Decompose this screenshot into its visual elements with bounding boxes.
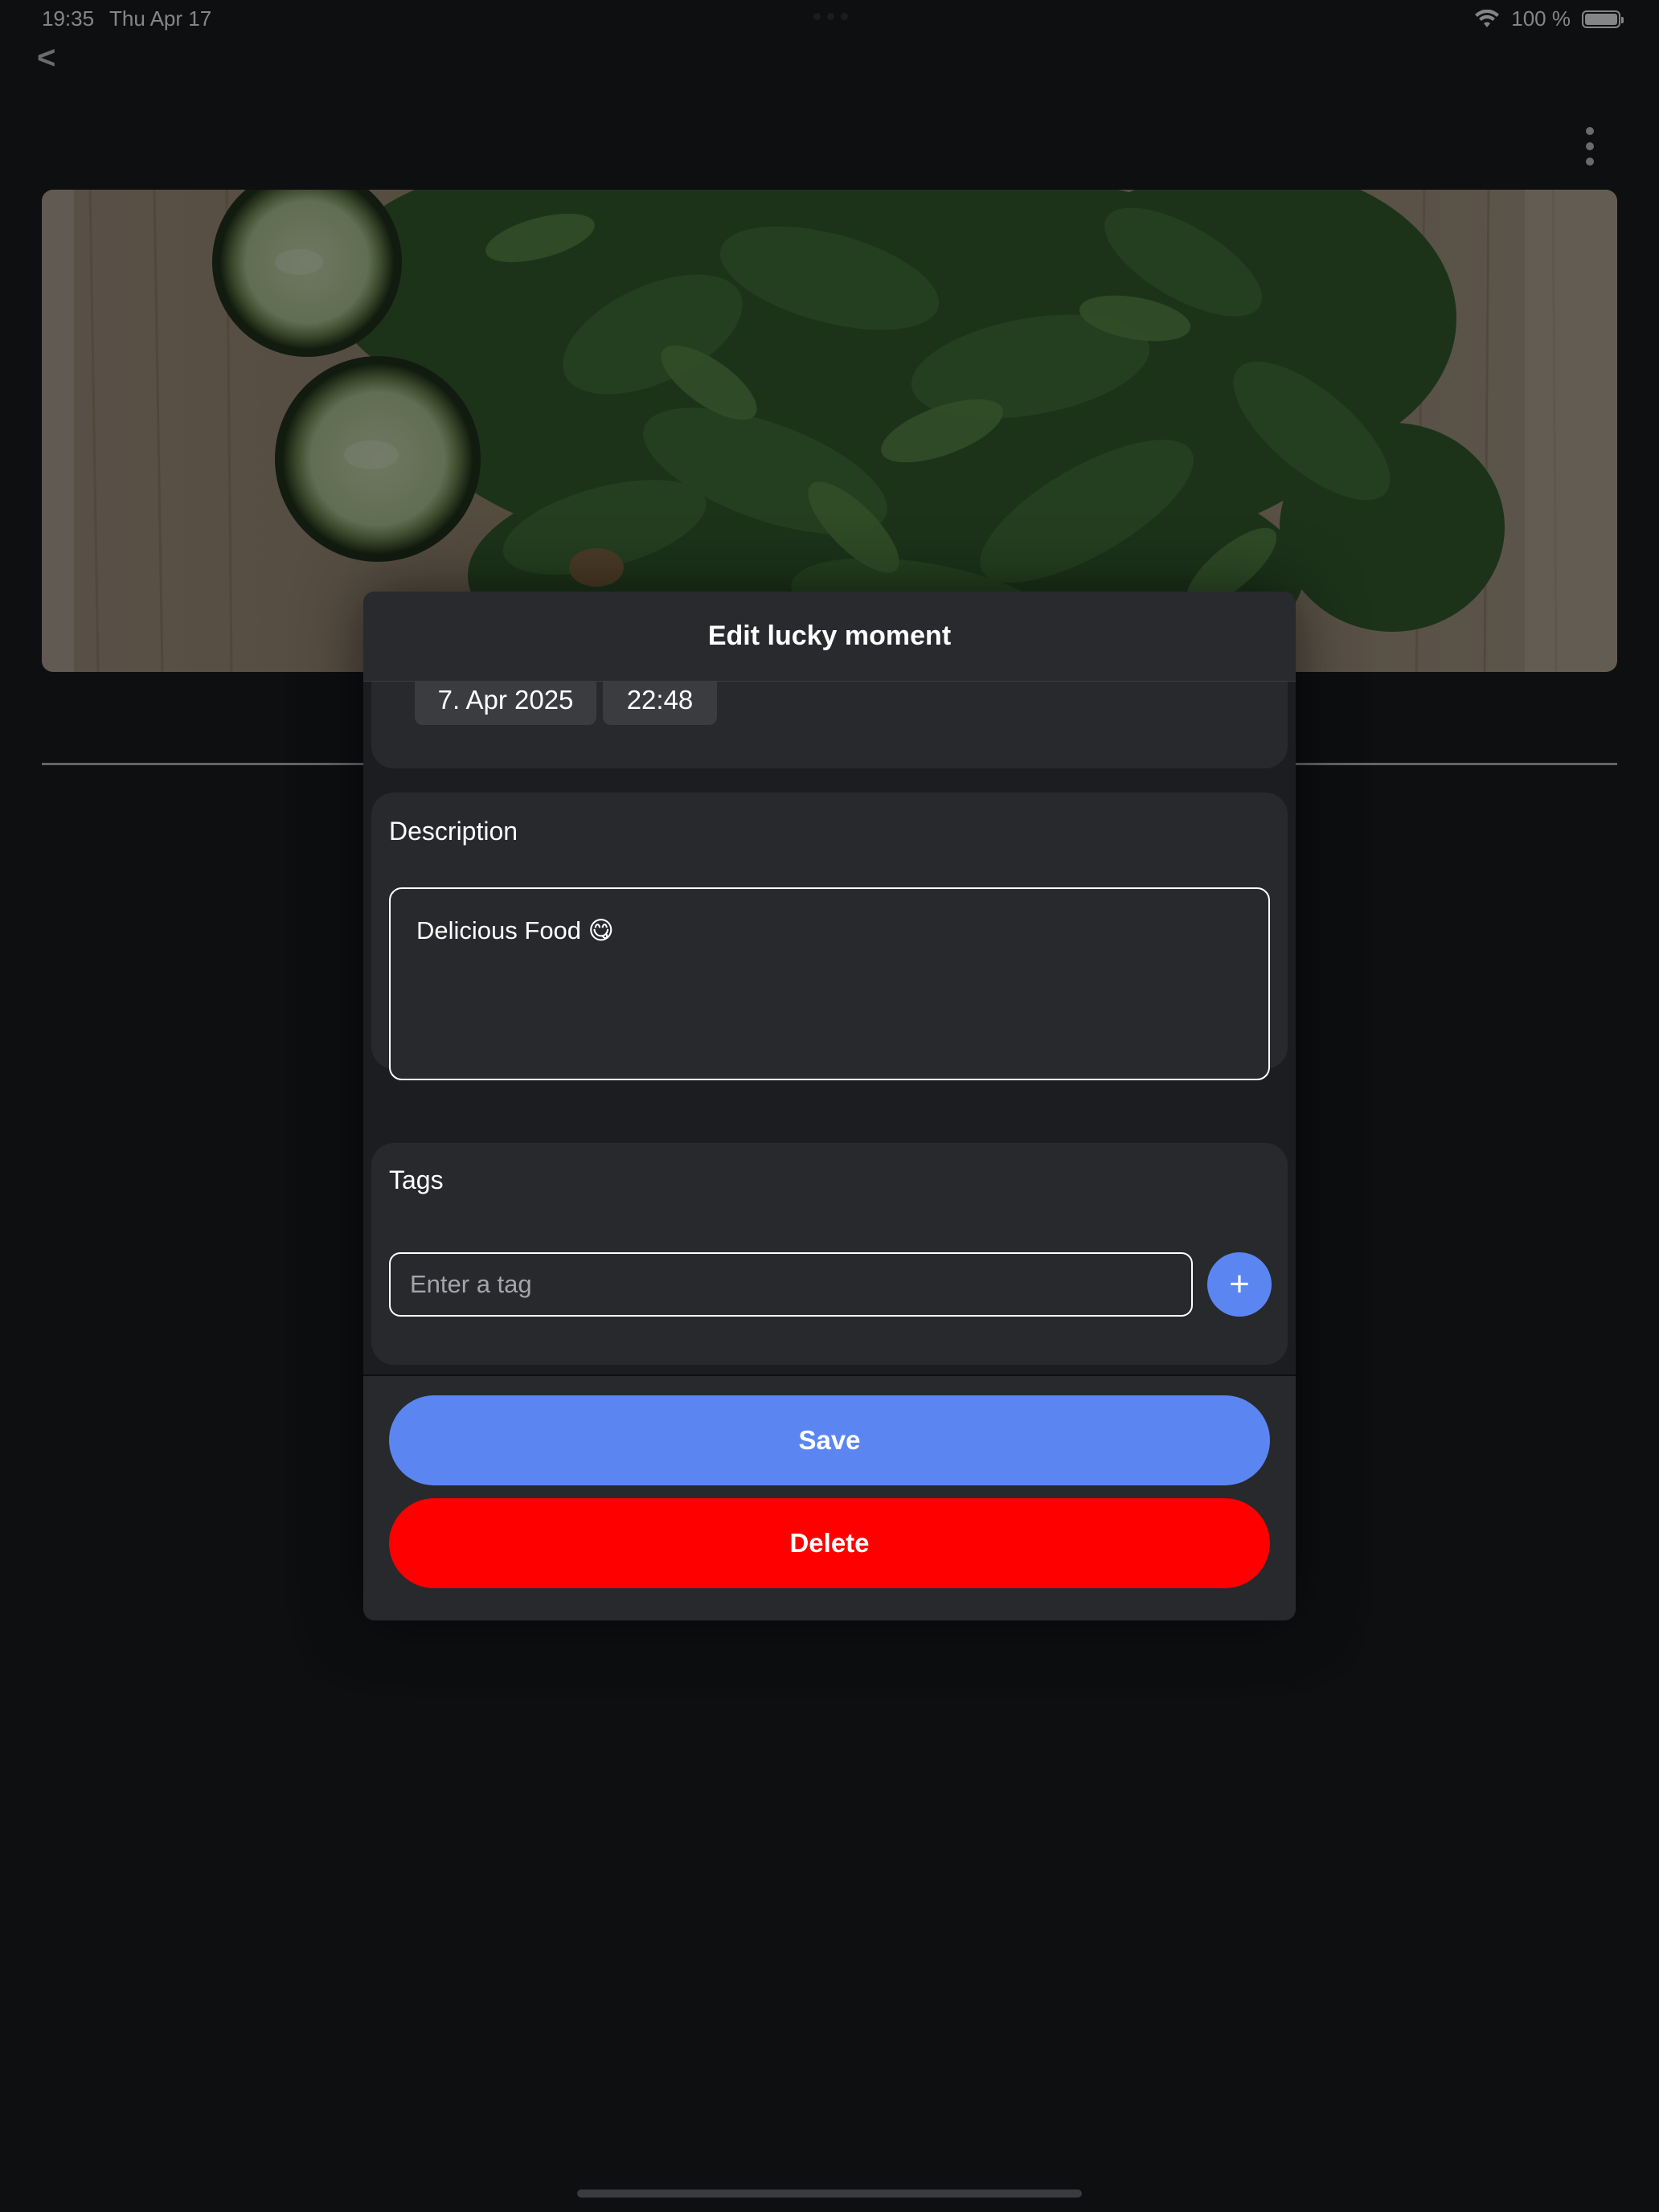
modal-header: Edit lucky moment [363,592,1296,682]
tags-label: Tags [389,1165,444,1194]
description-input[interactable]: Delicious Food 😋 [389,887,1270,1080]
description-label: Description [389,817,518,846]
modal-footer: Save Delete [363,1374,1296,1620]
home-indicator [577,2189,1082,2198]
description-card: Description Delicious Food 😋 [371,793,1288,1080]
tags-card: Tags + [371,1143,1288,1365]
tag-input[interactable] [389,1252,1193,1317]
time-picker-button[interactable]: 22:48 [603,675,717,725]
add-tag-button[interactable]: + [1207,1252,1272,1317]
screen: 19:35 Thu Apr 17 100 % < [0,0,1659,2212]
delete-button[interactable]: Delete [389,1498,1270,1588]
modal-title: Edit lucky moment [707,621,952,651]
date-picker-button[interactable]: 7. Apr 2025 [415,675,596,725]
save-button[interactable]: Save [389,1395,1270,1485]
description-value: Delicious Food 😋 [416,916,614,944]
edit-moment-modal: 7. Apr 2025 22:48 Description Delicious … [363,592,1296,1620]
